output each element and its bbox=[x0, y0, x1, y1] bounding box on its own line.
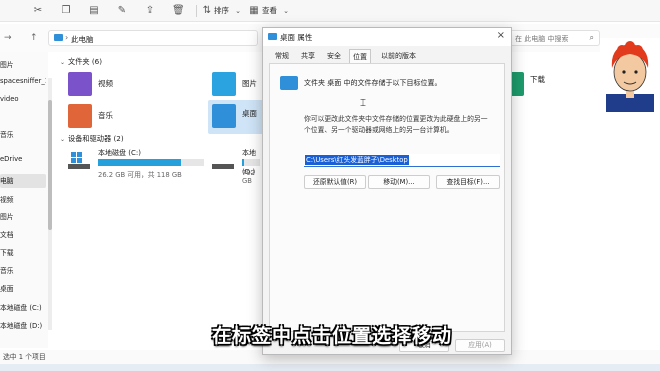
tab-security[interactable]: 安全 bbox=[325, 50, 343, 64]
sidebar-item[interactable]: 图片 bbox=[0, 210, 46, 224]
location-intro: 文件夹 桌面 中的文件存储于以下目标位置。 bbox=[304, 79, 442, 87]
copy-icon[interactable]: ❐ bbox=[60, 5, 72, 17]
view-icon[interactable]: ▦ bbox=[248, 5, 260, 17]
sidebar-item[interactable]: 本地磁盘 (C:) bbox=[0, 301, 46, 315]
sidebar-scrollbar-thumb[interactable] bbox=[48, 100, 52, 230]
tab-sharing[interactable]: 共享 bbox=[299, 50, 317, 64]
restore-default-button[interactable]: 还原默认值(R) bbox=[304, 175, 366, 189]
sort-icon[interactable]: ⇅ bbox=[201, 5, 213, 17]
drive-space-info: 26.2 GB 可用，共 118 GB bbox=[98, 171, 182, 179]
computer-icon bbox=[54, 34, 63, 41]
cut-icon[interactable]: ✂ bbox=[32, 5, 44, 17]
find-target-button[interactable]: 查找目标(F)... bbox=[436, 175, 500, 189]
sidebar-item[interactable]: eDrive bbox=[0, 152, 46, 166]
explorer-toolbar: ✂ ❐ ▤ ✎ ⇪ 🗑 ⇅ 排序 ⌄ ▦ 查看 ⌄ bbox=[0, 0, 660, 22]
sidebar-item[interactable]: 本地磁盘 (D:) bbox=[0, 319, 46, 333]
sidebar-item[interactable]: 视频 bbox=[0, 193, 46, 207]
folder-label: 桌面 bbox=[242, 109, 257, 118]
drives-section-header[interactable]: ⌄ 设备和驱动器 (2) bbox=[60, 134, 124, 145]
tab-location[interactable]: 位置 bbox=[349, 49, 371, 63]
navigation-pane: 图片 spacesniffer_1 video 音乐 eDrive 电脑 视频 … bbox=[0, 52, 48, 348]
sort-button[interactable]: 排序 bbox=[214, 5, 229, 17]
pictures-folder-icon bbox=[212, 72, 236, 96]
video-caption: 在标签中点击位置选择移动 bbox=[212, 325, 453, 347]
rename-icon[interactable]: ✎ bbox=[116, 5, 128, 17]
sidebar-item[interactable]: 音乐 bbox=[0, 264, 46, 278]
folder-label: 视频 bbox=[98, 79, 113, 88]
drive-c[interactable]: 本地磁盘 (C:) 26.2 GB 可用，共 118 GB bbox=[56, 148, 206, 182]
sidebar-item[interactable]: video bbox=[0, 92, 46, 106]
toolbar-divider bbox=[196, 5, 197, 17]
share-icon[interactable]: ⇪ bbox=[144, 5, 156, 17]
close-icon[interactable]: × bbox=[497, 30, 505, 41]
address-bar[interactable]: › 此电脑 bbox=[48, 30, 258, 46]
location-panel: 文件夹 桌面 中的文件存储于以下目标位置。 你可以更改此文件夹中文件存储的位置更… bbox=[269, 63, 505, 332]
status-text: 选中 1 个项目 bbox=[3, 353, 46, 361]
paste-icon[interactable]: ▤ bbox=[88, 5, 100, 17]
desktop-folder-icon bbox=[268, 33, 277, 40]
videos-folder-icon bbox=[68, 72, 92, 96]
sidebar-item[interactable]: 图片 bbox=[0, 58, 46, 72]
back-arrow-icon[interactable]: → bbox=[4, 32, 12, 44]
avatar bbox=[600, 38, 660, 112]
location-path-input[interactable]: C:\Users\红头发蓝胖子\Desktop bbox=[304, 154, 500, 167]
tab-general[interactable]: 常规 bbox=[273, 50, 291, 64]
tab-previous-versions[interactable]: 以前的版本 bbox=[379, 50, 418, 64]
sidebar-item[interactable]: 下载 bbox=[0, 246, 46, 260]
search-placeholder: 在 此电脑 中搜索 bbox=[515, 35, 569, 43]
chevron-down-icon: ⌄ bbox=[60, 136, 66, 143]
search-input[interactable]: 在 此电脑 中搜索 ⌕ bbox=[508, 30, 600, 46]
sidebar-item[interactable]: 文档 bbox=[0, 228, 46, 242]
chevron-down-icon: ⌄ bbox=[60, 59, 66, 66]
sidebar-item[interactable]: 音乐 bbox=[0, 128, 46, 142]
dialog-tabs: 常规 共享 安全 位置 以前的版本 bbox=[263, 46, 511, 64]
sidebar-item[interactable]: spacesniffer_1 bbox=[0, 74, 46, 88]
search-icon: ⌕ bbox=[589, 33, 594, 42]
sidebar-item-this-pc[interactable]: 电脑 bbox=[0, 174, 46, 188]
drive-name: 本地磁盘 (C:) bbox=[98, 149, 141, 157]
sidebar-item[interactable]: 桌面 bbox=[0, 282, 46, 296]
folder-label: 图片 bbox=[242, 79, 257, 88]
up-arrow-icon[interactable]: ↑ bbox=[30, 32, 38, 44]
folder-videos[interactable]: 视频 bbox=[56, 72, 176, 102]
view-button[interactable]: 查看 bbox=[262, 5, 277, 17]
chevron-down-icon[interactable]: ⌄ bbox=[280, 5, 292, 17]
desktop-folder-icon bbox=[212, 104, 236, 128]
breadcrumb-chevron-icon: › bbox=[65, 33, 69, 42]
chevron-down-icon[interactable]: ⌄ bbox=[232, 5, 244, 17]
taskbar bbox=[0, 364, 660, 371]
music-folder-icon bbox=[68, 104, 92, 128]
properties-dialog: 桌面 属性 × 常规 共享 安全 位置 以前的版本 文件夹 桌面 中的文件存储于… bbox=[262, 27, 512, 355]
breadcrumb[interactable]: 此电脑 bbox=[71, 34, 94, 45]
drive-space-info: 792 GB bbox=[242, 169, 255, 185]
desktop-folder-icon bbox=[280, 76, 298, 90]
location-path-value: C:\Users\红头发蓝胖子\Desktop bbox=[305, 155, 409, 165]
drive-usage-bar bbox=[242, 159, 260, 166]
folder-desktop[interactable]: 桌面 bbox=[208, 100, 270, 134]
dialog-title: 桌面 属性 bbox=[280, 33, 313, 42]
drive-icon bbox=[212, 152, 234, 170]
folder-label: 下载 bbox=[530, 75, 545, 84]
folder-music[interactable]: 音乐 bbox=[56, 104, 176, 134]
windows-drive-icon bbox=[68, 152, 90, 170]
drives-header-label: 设备和驱动器 (2) bbox=[68, 134, 124, 143]
drive-usage-fill bbox=[98, 159, 181, 166]
apply-button[interactable]: 应用(A) bbox=[455, 339, 505, 352]
folders-header-label: 文件夹 (6) bbox=[68, 57, 103, 66]
move-button[interactable]: 移动(M)... bbox=[368, 175, 430, 189]
location-description: 你可以更改此文件夹中文件存储的位置更改为此硬盘上的另一个位置、另一个驱动器或网络… bbox=[304, 115, 488, 134]
dialog-title-bar[interactable]: 桌面 属性 × bbox=[263, 28, 511, 46]
folder-label: 音乐 bbox=[98, 111, 113, 120]
folders-section-header[interactable]: ⌄ 文件夹 (6) bbox=[60, 57, 102, 68]
drive-usage-fill bbox=[242, 159, 245, 166]
drive-d[interactable]: 本地磁盘 (D:) 792 GB bbox=[200, 148, 260, 185]
mouse-cursor-icon: ⌶ bbox=[360, 98, 366, 109]
delete-icon[interactable]: 🗑 bbox=[172, 5, 185, 17]
drive-usage-bar bbox=[98, 159, 204, 166]
